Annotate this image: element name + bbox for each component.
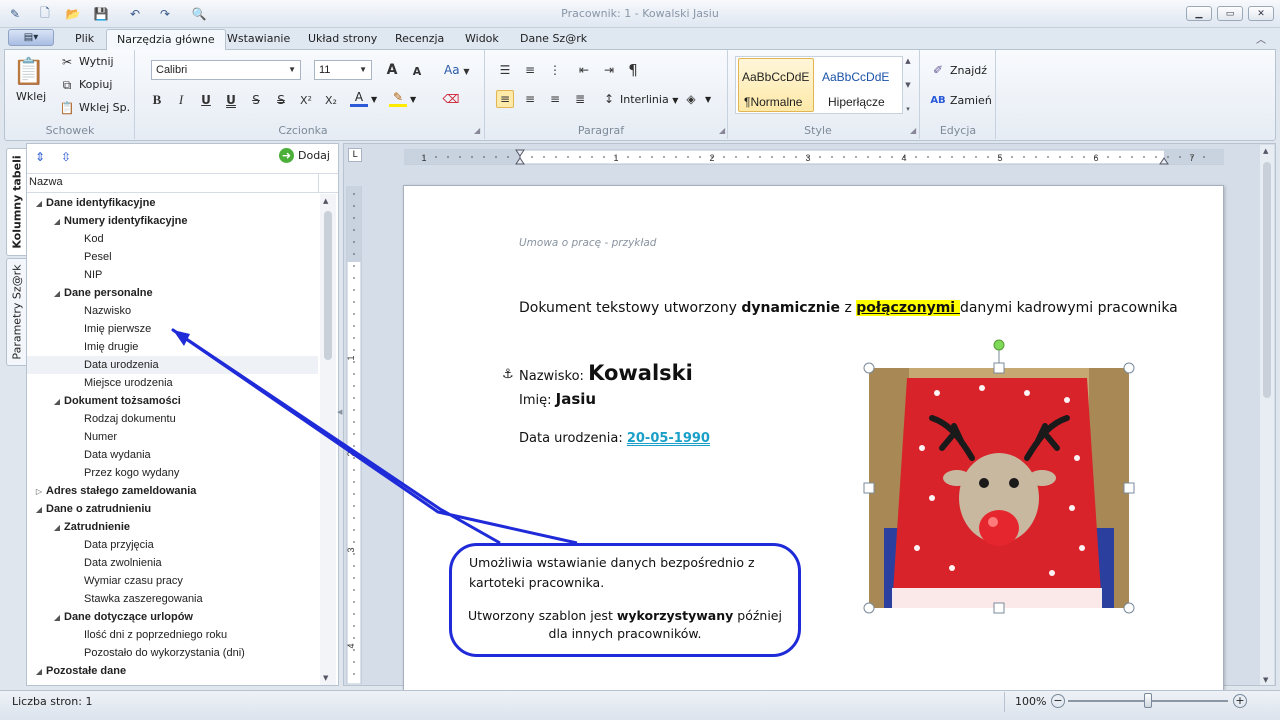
page-count: Liczba stron: 1 (12, 695, 93, 708)
callout-bold-text: wykorzystywany (616, 608, 734, 623)
callout-joint (504, 546, 574, 550)
zoom-level[interactable]: 100% (1015, 695, 1046, 708)
zoom-out-icon[interactable]: − (1051, 694, 1065, 708)
status-bar (0, 690, 1280, 720)
zoom-slider-thumb[interactable] (1144, 693, 1152, 708)
status-divider (1004, 692, 1005, 712)
callout-text: Utworzony szablon jest (468, 608, 617, 623)
zoom-in-icon[interactable]: + (1233, 694, 1247, 708)
callout-line-4: dla innych pracowników. (548, 626, 702, 641)
callout-line-2: kartoteki pracownika. (469, 575, 605, 590)
callout-line-3: Utworzony szablon jest wykorzystywany pó… (452, 608, 798, 623)
callout-text-end: później (733, 608, 782, 623)
tab-narzedzia-glowne[interactable]: Narzędzia główne (106, 29, 226, 50)
callout-line-1: Umożliwia wstawianie danych bezpośrednio… (469, 555, 755, 570)
